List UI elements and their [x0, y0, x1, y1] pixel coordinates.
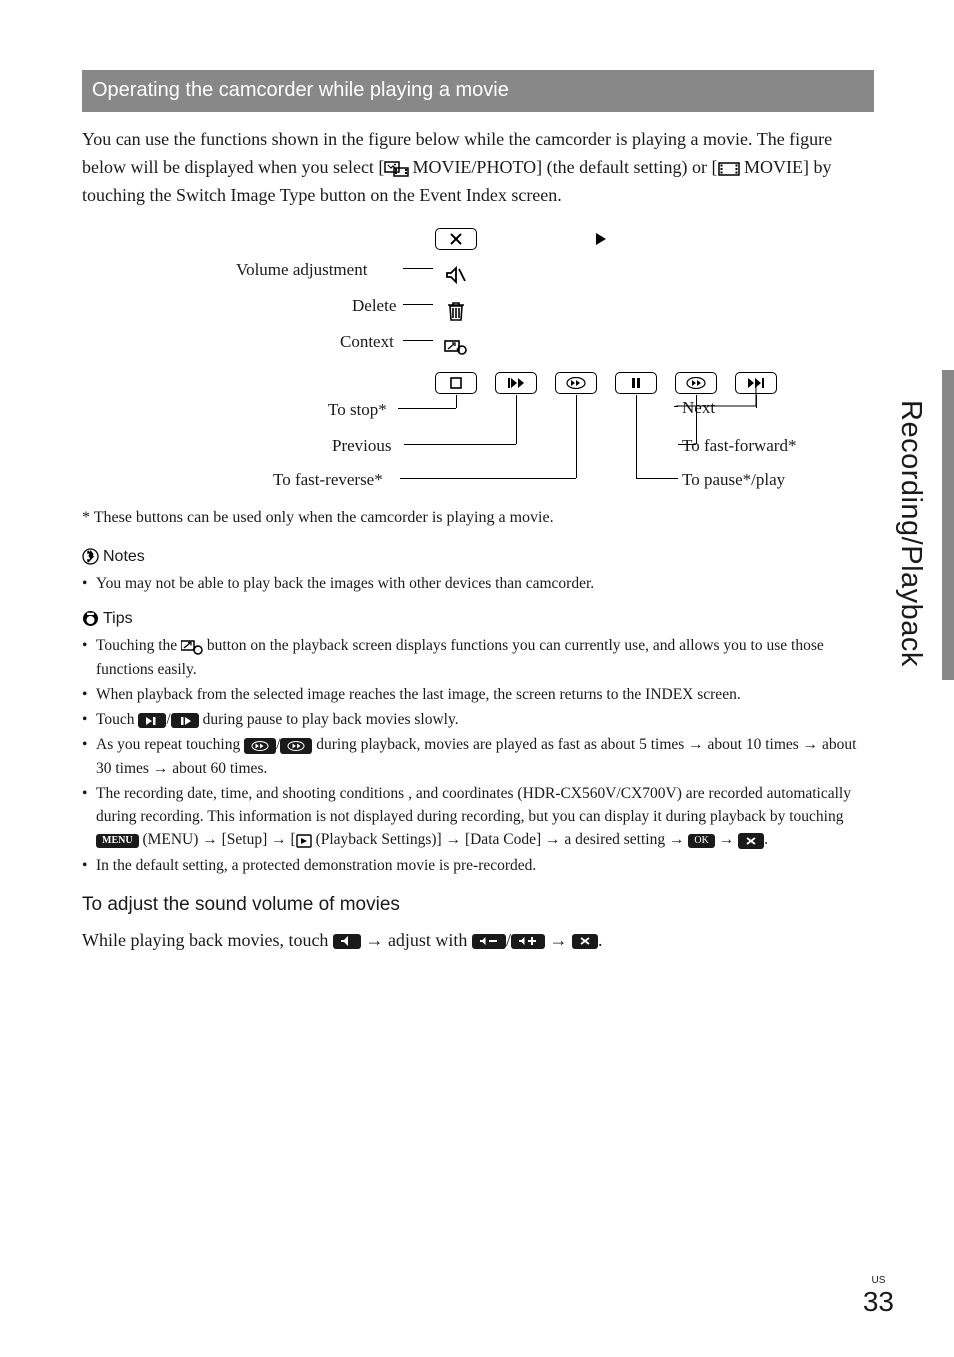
tip-item: When playback from the selected image re…	[82, 683, 874, 706]
close-button[interactable]	[435, 228, 477, 250]
context-inline-icon	[181, 639, 203, 655]
close-button-inline	[738, 833, 764, 848]
tip-item: The recording date, time, and shooting c…	[82, 782, 874, 852]
label-context: Context	[340, 330, 394, 355]
tips-icon	[82, 610, 99, 627]
slow-forward-icon	[171, 713, 199, 728]
context-icon[interactable]	[437, 336, 475, 358]
tip-item: In the default setting, a protected demo…	[82, 854, 874, 877]
label-delete: Delete	[352, 294, 396, 319]
slow-reverse-icon	[138, 713, 166, 728]
section-header: Operating the camcorder while playing a …	[82, 70, 874, 112]
tip-item: Touching the button on the playback scre…	[82, 634, 874, 681]
side-tab-marker	[942, 370, 954, 680]
fast-forward-inline-icon	[280, 738, 312, 753]
page-number: US 33	[863, 1274, 894, 1319]
close-button-inline-2	[572, 934, 598, 949]
label-previous: Previous	[332, 434, 392, 459]
volume-icon-inline	[333, 934, 361, 949]
playback-settings-icon	[296, 834, 312, 848]
delete-icon[interactable]	[437, 300, 475, 322]
side-tab-label: Recording/Playback	[890, 400, 932, 667]
label-fastreverse: To fast-reverse*	[273, 468, 383, 493]
footnote: * These buttons can be used only when th…	[82, 506, 874, 529]
notes-icon	[82, 548, 99, 565]
menu-button-inline: MENU	[96, 834, 139, 848]
volume-adjust-instruction: While playing back movies, touch → adjus…	[82, 927, 874, 953]
tip-item: Touch / during pause to play back movies…	[82, 708, 874, 731]
sub-header: To adjust the sound volume of movies	[82, 891, 874, 919]
intro-paragraph: You can use the functions shown in the f…	[82, 126, 874, 210]
volume-icon[interactable]	[437, 264, 475, 286]
movie-icon	[718, 162, 740, 176]
tips-header: Tips	[82, 607, 874, 630]
tip-item: As you repeat touching / during playback…	[82, 733, 874, 780]
play-indicator-icon	[582, 228, 620, 250]
notes-header: Notes	[82, 545, 874, 568]
volume-down-icon	[472, 934, 506, 949]
ok-button-inline: OK	[688, 834, 714, 848]
movie-photo-icon	[384, 160, 412, 178]
tips-list: Touching the button on the playback scre…	[82, 634, 874, 877]
fast-reverse-inline-icon	[244, 738, 276, 753]
label-stop: To stop*	[328, 398, 387, 423]
playback-controls-diagram: Volume adjustment Delete Context To stop…	[118, 228, 838, 488]
label-volume: Volume adjustment	[236, 258, 367, 283]
note-item: You may not be able to play back the ima…	[82, 572, 874, 595]
volume-up-icon	[511, 934, 545, 949]
connector-lines-right	[618, 383, 778, 493]
notes-list: You may not be able to play back the ima…	[82, 572, 874, 595]
